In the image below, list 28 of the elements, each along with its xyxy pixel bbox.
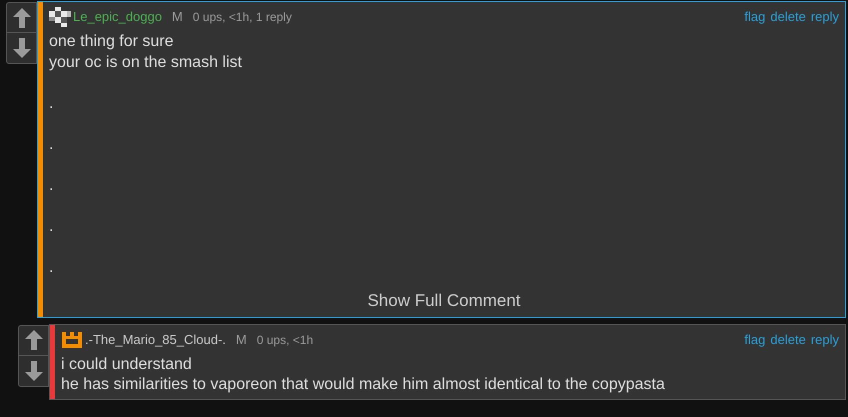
comment-stats: 0 ups, <1h (256, 332, 314, 348)
comment-text: he has similarities to vaporeon that would make him almost identical to the copypasta (61, 375, 666, 395)
flag-link[interactable]: flag (744, 7, 766, 27)
comment-text: . (49, 176, 54, 196)
delete-link[interactable]: delete (770, 7, 806, 27)
crown-avatar-icon (61, 330, 83, 350)
flag-link[interactable]: flag (744, 330, 766, 350)
comment-text: . (49, 134, 54, 154)
up-arrow-icon (24, 330, 42, 350)
comment-stats: 0 ups, <1h, 1 reply (192, 9, 292, 26)
username-link[interactable]: Le_epic_doggo (73, 7, 162, 27)
comment-text: i could understand (61, 354, 193, 374)
mod-label: M (236, 330, 247, 349)
checker-avatar-icon (49, 7, 71, 27)
down-arrow-icon (12, 38, 30, 58)
comment-text: . (49, 216, 54, 236)
reply-link[interactable]: reply (810, 330, 839, 350)
reply-link[interactable]: reply (810, 7, 839, 27)
username-link[interactable]: .-The_Mario_85_Cloud-. (85, 330, 226, 350)
comment-text: . (49, 94, 54, 114)
down-arrow-icon (24, 360, 42, 380)
mod-label: M (172, 8, 183, 26)
delete-link[interactable]: delete (770, 330, 806, 350)
show-full-comment-button[interactable]: Show Full Comment (367, 288, 521, 314)
up-arrow-icon (12, 8, 30, 28)
comment-text: . (49, 258, 54, 278)
comment-text: your oc is on the smash list (49, 52, 243, 72)
comment-text: one thing for sure (49, 32, 175, 52)
